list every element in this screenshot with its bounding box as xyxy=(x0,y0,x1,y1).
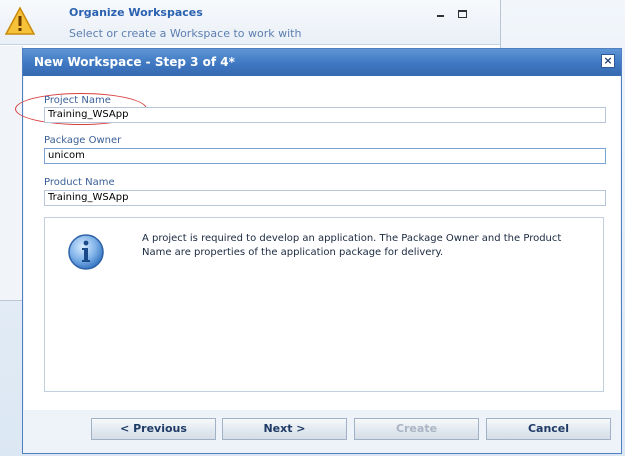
close-icon[interactable]: × xyxy=(601,54,615,68)
warning-icon xyxy=(4,6,36,35)
product-name-input[interactable]: Training_WSApp xyxy=(44,190,606,206)
organize-workspaces-subtitle: Select or create a Workspace to work wit… xyxy=(69,27,302,40)
project-name-label: Project Name xyxy=(44,95,111,106)
info-panel: A project is required to develop an appl… xyxy=(44,217,604,392)
dialog-title: New Workspace - Step 3 of 4* xyxy=(34,55,235,69)
package-owner-input[interactable]: unicom xyxy=(44,148,606,164)
organize-workspaces-title: Organize Workspaces xyxy=(69,6,203,19)
dialog-titlebar[interactable]: New Workspace - Step 3 of 4* × xyxy=(23,49,621,76)
background-left-panel xyxy=(0,46,23,300)
minimize-icon[interactable] xyxy=(436,10,445,17)
organize-workspaces-header: Organize Workspaces Select or create a W… xyxy=(0,0,500,45)
next-button[interactable]: Next > xyxy=(222,418,347,440)
dialog-body: Project Name Training_WSApp Package Owne… xyxy=(15,76,620,410)
new-workspace-dialog: New Workspace - Step 3 of 4* × Project N… xyxy=(15,48,622,454)
product-name-label: Product Name xyxy=(44,177,115,188)
info-icon xyxy=(68,234,104,270)
create-button[interactable]: Create xyxy=(354,418,479,440)
previous-button[interactable]: < Previous xyxy=(91,418,216,440)
info-text: A project is required to develop an appl… xyxy=(142,233,562,258)
cancel-button[interactable]: Cancel xyxy=(486,418,611,440)
package-owner-label: Package Owner xyxy=(44,135,122,146)
project-name-input[interactable]: Training_WSApp xyxy=(44,107,606,123)
maximize-icon[interactable] xyxy=(458,10,467,18)
